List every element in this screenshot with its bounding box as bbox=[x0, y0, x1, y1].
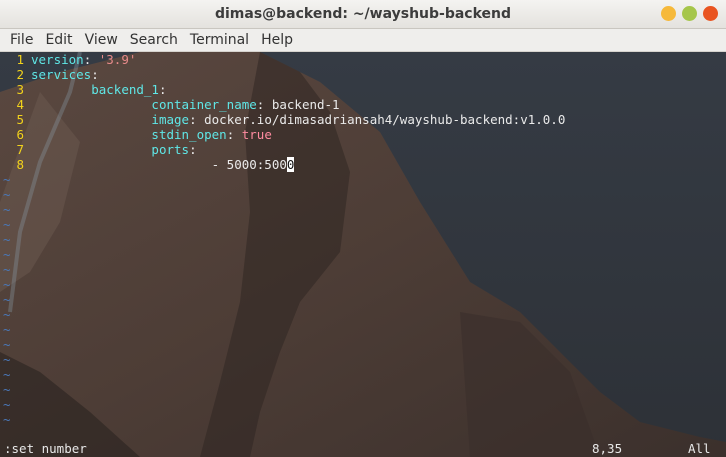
code-line-1: 1 version: '3.9' bbox=[0, 52, 726, 67]
menu-view[interactable]: View bbox=[79, 32, 124, 48]
scroll-indicator: All bbox=[688, 441, 711, 456]
empty-line-tilde: ~ bbox=[0, 277, 726, 292]
tilde-marker: ~ bbox=[3, 232, 11, 247]
tilde-marker: ~ bbox=[3, 337, 11, 352]
line-number: 5 bbox=[16, 112, 24, 127]
empty-line-tilde: ~ bbox=[0, 172, 726, 187]
yaml-key: container_name bbox=[151, 97, 257, 112]
menu-file[interactable]: File bbox=[4, 32, 39, 48]
line-number: 6 bbox=[16, 127, 24, 142]
minimize-button[interactable] bbox=[661, 6, 676, 21]
empty-line-tilde: ~ bbox=[0, 412, 726, 427]
code-line-6: 6 stdin_open: true bbox=[0, 127, 726, 142]
title-bar[interactable]: dimas@backend: ~/wayshub-backend bbox=[0, 0, 726, 29]
tilde-marker: ~ bbox=[3, 322, 11, 337]
empty-line-tilde: ~ bbox=[0, 247, 726, 262]
empty-line-tilde: ~ bbox=[0, 232, 726, 247]
code-line-8: 8 - 5000:5000 bbox=[0, 157, 726, 172]
empty-line-tilde: ~ bbox=[0, 262, 726, 277]
code-line-4: 4 container_name: backend-1 bbox=[0, 97, 726, 112]
line-number: 4 bbox=[16, 97, 24, 112]
menu-bar: File Edit View Search Terminal Help bbox=[0, 29, 726, 52]
tilde-marker: ~ bbox=[3, 217, 11, 232]
line-number: 3 bbox=[16, 82, 24, 97]
yaml-separator: : bbox=[91, 67, 99, 82]
vim-status-line: :set number 8,35 All bbox=[0, 441, 726, 456]
menu-help[interactable]: Help bbox=[255, 32, 299, 48]
menu-search[interactable]: Search bbox=[124, 32, 184, 48]
yaml-value: true bbox=[241, 127, 272, 142]
code-line-7: 7 ports: bbox=[0, 142, 726, 157]
yaml-value: '3.9' bbox=[98, 52, 137, 67]
tilde-marker: ~ bbox=[3, 367, 11, 382]
empty-line-tilde: ~ bbox=[0, 352, 726, 367]
window-title: dimas@backend: ~/wayshub-backend bbox=[214, 6, 512, 22]
yaml-key: services bbox=[31, 67, 92, 82]
line-number: 7 bbox=[16, 142, 24, 157]
terminal-window: dimas@backend: ~/wayshub-backend File Ed… bbox=[0, 0, 726, 457]
yaml-key: image bbox=[151, 112, 190, 127]
empty-line-tilde: ~ bbox=[0, 202, 726, 217]
empty-line-tilde: ~ bbox=[0, 367, 726, 382]
line-number: 1 bbox=[16, 52, 24, 67]
maximize-button[interactable] bbox=[682, 6, 697, 21]
menu-edit[interactable]: Edit bbox=[39, 32, 78, 48]
yaml-separator: : bbox=[189, 142, 197, 157]
empty-line-tilde: ~ bbox=[0, 292, 726, 307]
line-number: 2 bbox=[16, 67, 24, 82]
code-line-3: 3 backend_1: bbox=[0, 82, 726, 97]
close-button[interactable] bbox=[703, 6, 718, 21]
tilde-marker: ~ bbox=[3, 307, 11, 322]
yaml-key: stdin_open bbox=[151, 127, 227, 142]
tilde-marker: ~ bbox=[3, 187, 11, 202]
empty-line-markers: ~ ~ ~ ~ ~ ~ ~ ~ ~ ~ ~ ~ ~ ~ ~ ~ ~ bbox=[0, 172, 726, 427]
yaml-separator: : bbox=[226, 127, 242, 142]
code-line-5: 5 image: docker.io/dimasadriansah4/waysh… bbox=[0, 112, 726, 127]
tilde-marker: ~ bbox=[3, 172, 11, 187]
empty-line-tilde: ~ bbox=[0, 337, 726, 352]
empty-line-tilde: ~ bbox=[0, 307, 726, 322]
yaml-separator: : bbox=[256, 97, 272, 112]
tilde-marker: ~ bbox=[3, 292, 11, 307]
empty-line-tilde: ~ bbox=[0, 217, 726, 232]
tilde-marker: ~ bbox=[3, 412, 11, 427]
yaml-separator: : bbox=[158, 82, 167, 97]
tilde-marker: ~ bbox=[3, 352, 11, 367]
tilde-marker: ~ bbox=[3, 397, 11, 412]
code-line-2: 2 services: bbox=[0, 67, 726, 82]
tilde-marker: ~ bbox=[3, 382, 11, 397]
cursor-position: 8,35 bbox=[592, 441, 623, 456]
empty-line-tilde: ~ bbox=[0, 322, 726, 337]
yaml-key: backend_1 bbox=[91, 82, 159, 97]
yaml-key: ports bbox=[151, 142, 190, 157]
tilde-marker: ~ bbox=[3, 202, 11, 217]
yaml-value: docker.io/dimasadriansah4/wayshub-backen… bbox=[204, 112, 566, 127]
tilde-marker: ~ bbox=[3, 247, 11, 262]
empty-line-tilde: ~ bbox=[0, 187, 726, 202]
line-number: 8 bbox=[16, 157, 24, 172]
menu-terminal[interactable]: Terminal bbox=[184, 32, 255, 48]
empty-line-tilde: ~ bbox=[0, 397, 726, 412]
yaml-separator: : bbox=[83, 52, 99, 67]
window-controls bbox=[661, 6, 718, 21]
yaml-separator: : bbox=[189, 112, 205, 127]
yaml-value: - 5000:500 bbox=[211, 157, 287, 172]
command-line: :set number bbox=[4, 441, 87, 456]
text-cursor: 0 bbox=[286, 157, 295, 172]
yaml-value: backend-1 bbox=[271, 97, 340, 112]
tilde-marker: ~ bbox=[3, 262, 11, 277]
tilde-marker: ~ bbox=[3, 277, 11, 292]
terminal-area[interactable]: 1 version: '3.9' 2 services: 3 backend_1: … bbox=[0, 52, 726, 457]
yaml-key: version bbox=[31, 52, 84, 67]
empty-line-tilde: ~ bbox=[0, 382, 726, 397]
editor-buffer[interactable]: 1 version: '3.9' 2 services: 3 backend_1: … bbox=[0, 52, 726, 457]
